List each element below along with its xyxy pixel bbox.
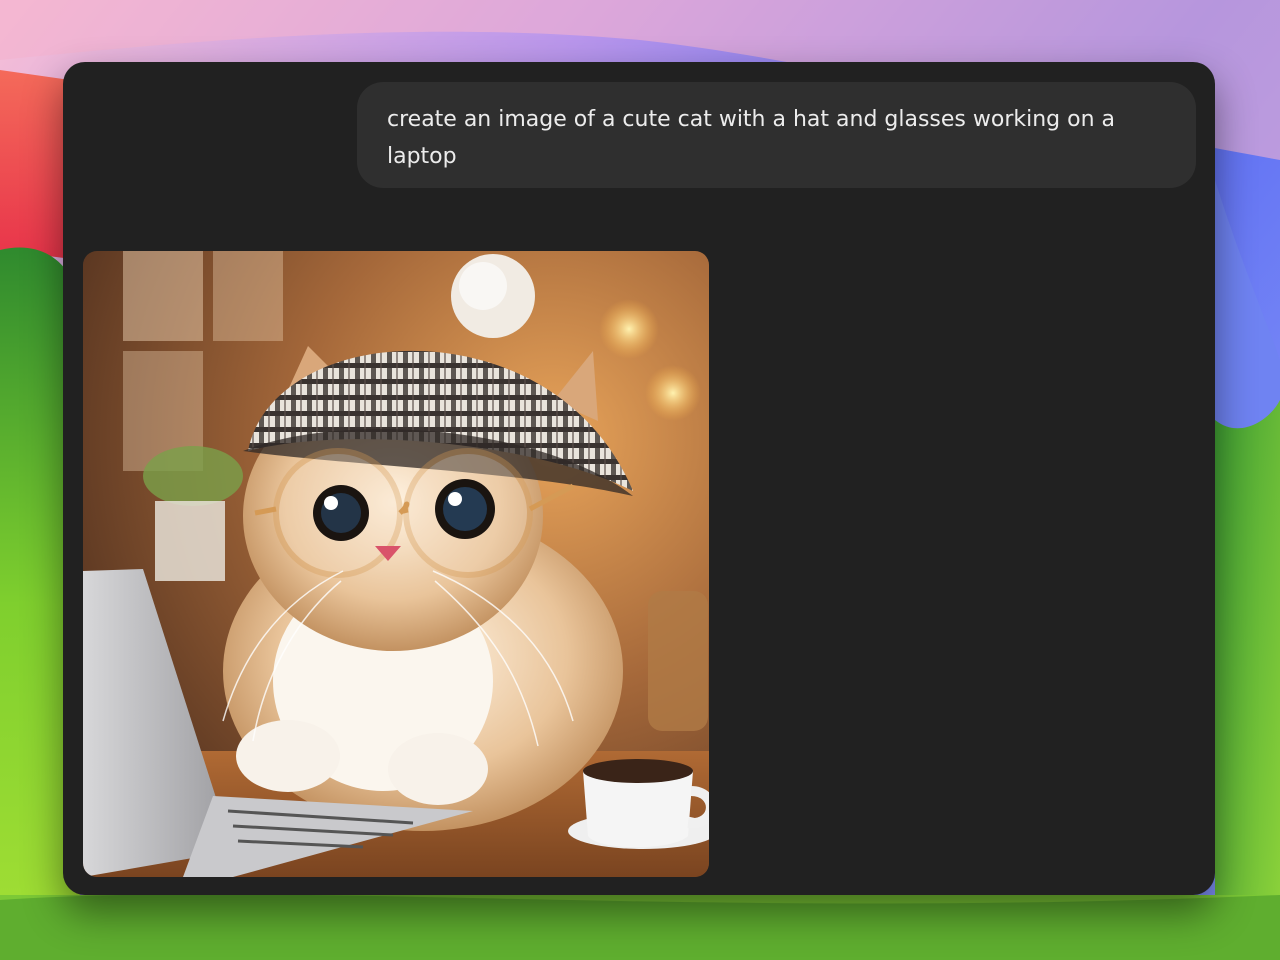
user-message-bubble: create an image of a cute cat with a hat…: [357, 82, 1196, 188]
generated-image[interactable]: [83, 251, 709, 877]
chat-window: create an image of a cute cat with a hat…: [63, 62, 1215, 895]
cat-illustration: [83, 251, 709, 877]
user-message-text: create an image of a cute cat with a hat…: [387, 107, 1115, 169]
